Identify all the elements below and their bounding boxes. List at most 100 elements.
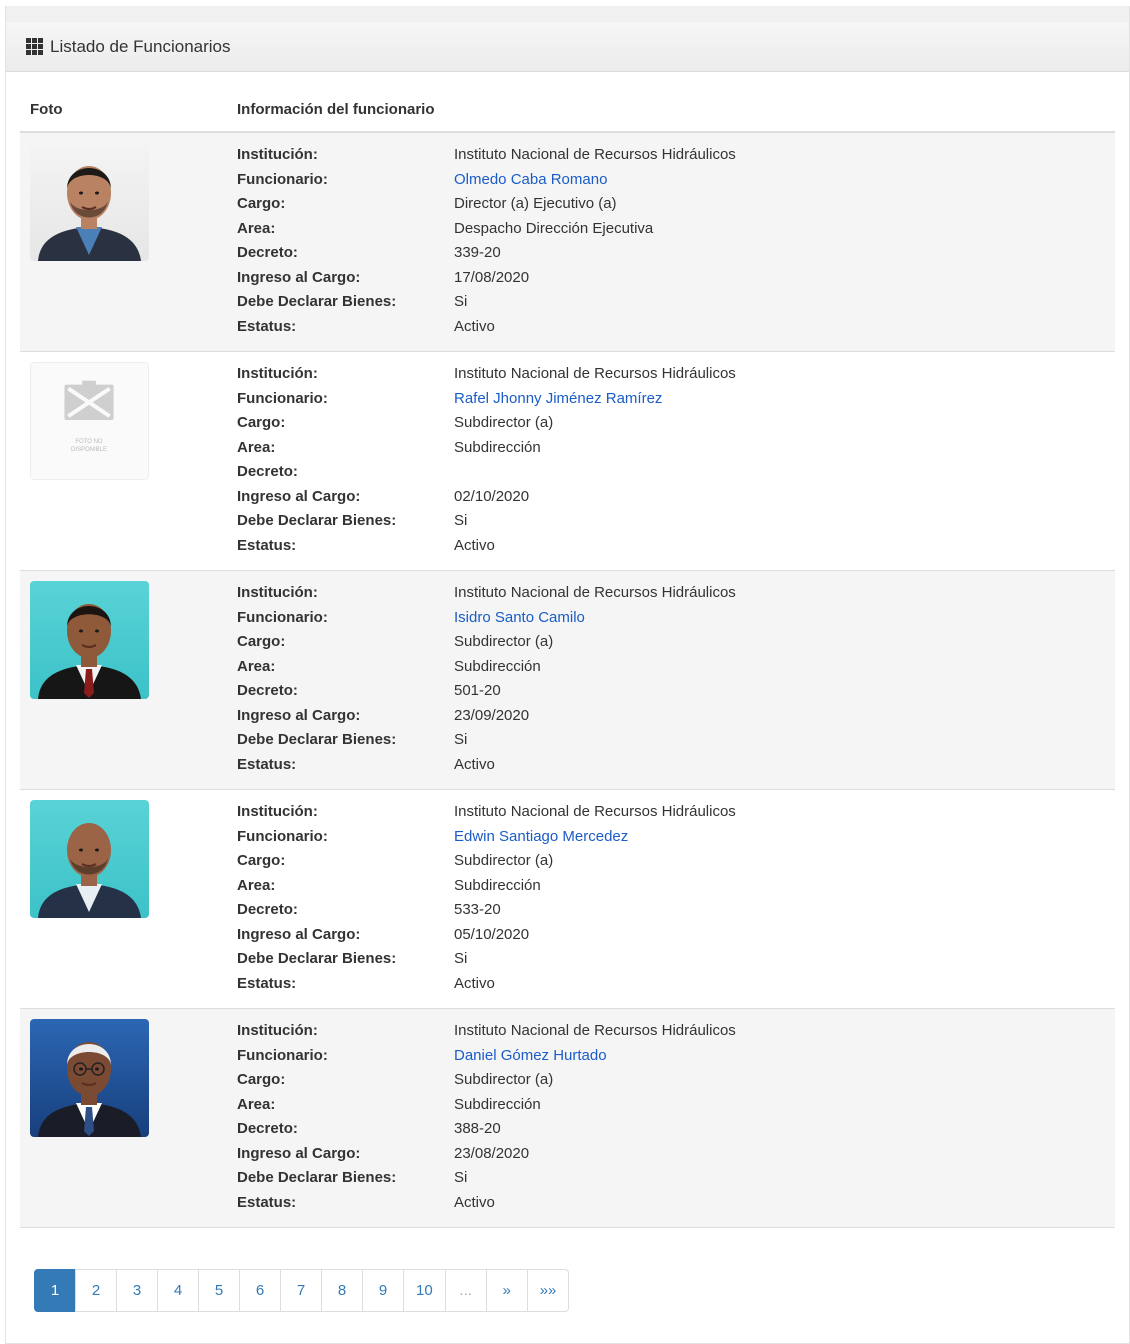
table-row: Institución: Instituto Nacional de Recurs… <box>20 132 1115 352</box>
institucion-value: Instituto Nacional de Recursos Hidráulic… <box>454 146 736 163</box>
estatus-value: Activo <box>454 755 495 773</box>
decreto-value: 388-20 <box>454 1120 501 1137</box>
ingreso-label: Ingreso al Cargo: <box>237 706 361 724</box>
info-cell: Institución: Instituto Nacional de Recurs… <box>237 1008 1115 1228</box>
bienes-value: Si <box>454 950 468 967</box>
institucion-label: Institución: <box>237 146 318 163</box>
area-value: Despacho Dirección Ejecutiva <box>454 219 654 237</box>
institucion-label: Institución: <box>237 365 318 382</box>
institucion-label: Institución: <box>237 803 318 820</box>
table-header-row: Foto Información del funcionario <box>20 88 1115 133</box>
panel-title: Listado de Funcionarios <box>50 36 231 56</box>
ingreso-value: 05/10/2020 <box>454 925 530 943</box>
cargo-label: Cargo: <box>237 414 286 431</box>
bienes-label: Debe Declarar Bienes: <box>237 731 397 748</box>
funcionario-info: Institución: Instituto Nacional de Recurs… <box>237 133 1115 351</box>
cargo-label: Cargo: <box>237 852 286 869</box>
bienes-value: Si <box>454 731 468 748</box>
estatus-label: Estatus: <box>237 755 297 773</box>
cargo-value: Subdirector (a) <box>454 633 554 650</box>
table-row: Institución: Instituto Nacional de Recurs… <box>20 789 1115 1009</box>
ingreso-label: Ingreso al Cargo: <box>237 925 361 943</box>
last-page-button[interactable]: »» <box>526 1269 570 1312</box>
photo-cell <box>20 132 237 352</box>
bienes-label: Debe Declarar Bienes: <box>237 293 397 310</box>
decreto-label: Decreto: <box>237 1120 298 1137</box>
page-5-button[interactable]: 5 <box>198 1269 240 1312</box>
funcionario-link[interactable]: Rafel Jhonny Jiménez Ramírez <box>454 387 1115 412</box>
portrait-photo <box>30 581 149 699</box>
decreto-label: Decreto: <box>237 682 298 699</box>
cargo-value: Subdirector (a) <box>454 852 554 869</box>
page-1-button[interactable]: 1 <box>34 1269 76 1312</box>
bienes-label: Debe Declarar Bienes: <box>237 1169 397 1186</box>
bienes-value: Si <box>454 293 468 310</box>
portrait-photo <box>30 800 149 918</box>
area-value: Subdirección <box>454 876 541 894</box>
page-10-button[interactable]: 10 <box>403 1269 446 1312</box>
table-row: Institución: Instituto Nacional de Recurs… <box>20 570 1115 790</box>
cargo-label: Cargo: <box>237 195 286 212</box>
decreto-value: 501-20 <box>454 682 501 699</box>
page-7-button[interactable]: 7 <box>280 1269 322 1312</box>
decreto-value <box>454 460 1115 485</box>
page-8-button[interactable]: 8 <box>321 1269 363 1312</box>
area-label: Area: <box>237 219 276 237</box>
cargo-label: Cargo: <box>237 633 286 650</box>
decreto-value: 533-20 <box>454 901 501 918</box>
funcionario-label: Funcionario: <box>237 389 328 407</box>
page-3-button[interactable]: 3 <box>116 1269 158 1312</box>
estatus-label: Estatus: <box>237 974 297 992</box>
funcionario-info: Institución: Instituto Nacional de Recurs… <box>237 571 1115 789</box>
funcionario-label: Funcionario: <box>237 608 328 626</box>
funcionario-link[interactable]: Daniel Gómez Hurtado <box>454 1044 1115 1069</box>
estatus-value: Activo <box>454 317 495 335</box>
page-9-button[interactable]: 9 <box>362 1269 404 1312</box>
page-6-button[interactable]: 6 <box>239 1269 281 1312</box>
institucion-value: Instituto Nacional de Recursos Hidráulic… <box>454 584 736 601</box>
funcionario-info: Institución: Instituto Nacional de Recurs… <box>237 1009 1115 1227</box>
portrait-photo <box>30 143 149 261</box>
photo-cell <box>20 789 237 1009</box>
funcionario-link[interactable]: Olmedo Caba Romano <box>454 168 1115 193</box>
estatus-value: Activo <box>454 974 495 992</box>
placeholder-caption: FOTO NO DISPONIBLE <box>70 439 107 453</box>
ingreso-label: Ingreso al Cargo: <box>237 1144 361 1162</box>
decreto-label: Decreto: <box>237 244 298 261</box>
estatus-label: Estatus: <box>237 317 297 335</box>
estatus-label: Estatus: <box>237 1193 297 1211</box>
page-2-button[interactable]: 2 <box>75 1269 117 1312</box>
funcionario-label: Funcionario: <box>237 170 328 188</box>
table-row: Institución: Instituto Nacional de Recurs… <box>20 1008 1115 1228</box>
bienes-label: Debe Declarar Bienes: <box>237 512 397 529</box>
area-label: Area: <box>237 876 276 894</box>
cargo-value: Director (a) Ejecutivo (a) <box>454 195 617 212</box>
funcionario-info: Institución: Instituto Nacional de Recurs… <box>237 790 1115 1008</box>
bienes-value: Si <box>454 1169 468 1186</box>
photo-cell <box>20 1008 237 1228</box>
estatus-value: Activo <box>454 536 495 554</box>
info-cell: Institución: Instituto Nacional de Recurs… <box>237 351 1115 571</box>
area-label: Area: <box>237 438 276 456</box>
photo-cell: FOTO NO DISPONIBLE <box>20 351 237 571</box>
ingreso-value: 23/08/2020 <box>454 1144 530 1162</box>
no-photo-placeholder: FOTO NO DISPONIBLE <box>30 362 149 480</box>
funcionarios-table: Foto Información del funcionario Institu… <box>20 88 1115 1228</box>
bienes-value: Si <box>454 512 468 529</box>
cargo-label: Cargo: <box>237 1071 286 1088</box>
ingreso-label: Ingreso al Cargo: <box>237 487 361 505</box>
institucion-value: Instituto Nacional de Recursos Hidráulic… <box>454 365 736 382</box>
funcionario-link[interactable]: Edwin Santiago Mercedez <box>454 825 1115 850</box>
decreto-value: 339-20 <box>454 244 501 261</box>
decreto-label: Decreto: <box>237 463 298 480</box>
ingreso-value: 23/09/2020 <box>454 706 530 724</box>
page-4-button[interactable]: 4 <box>157 1269 199 1312</box>
institucion-label: Institución: <box>237 1022 318 1039</box>
panel-header: Listado de Funcionarios <box>6 6 1129 72</box>
funcionario-link[interactable]: Isidro Santo Camilo <box>454 606 1115 631</box>
area-value: Subdirección <box>454 438 541 456</box>
next-page-button[interactable]: » <box>485 1269 528 1312</box>
funcionario-label: Funcionario: <box>237 1046 328 1064</box>
ingreso-value: 02/10/2020 <box>454 487 530 505</box>
info-cell: Institución: Instituto Nacional de Recurs… <box>237 789 1115 1009</box>
